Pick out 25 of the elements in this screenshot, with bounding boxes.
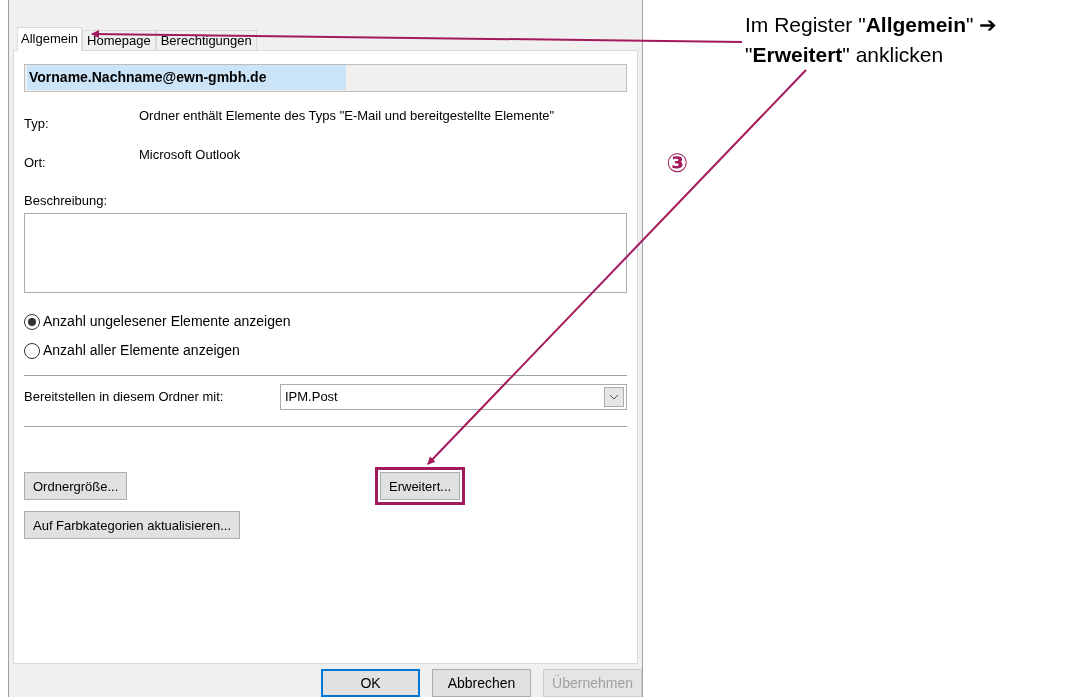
folder-name-field[interactable]: Vorname.Nachname@ewn-gmbh.de	[24, 63, 627, 92]
folder-name-text: Vorname.Nachname@ewn-gmbh.de	[27, 65, 347, 91]
post-form-select[interactable]: IPM.Post	[280, 384, 627, 411]
advanced-button[interactable]: Erweitert...	[380, 472, 461, 501]
instruction-text: "Erweitert" anklicken	[745, 42, 945, 68]
property-label: Ort:	[24, 154, 47, 173]
radio-button[interactable]	[24, 313, 40, 330]
property-value: Microsoft Outlook	[139, 147, 242, 165]
property-value: Ordner enthält Elemente des Typs "E-Mail und bereitgestellte Elemente"	[139, 107, 556, 125]
radio-label: Anzahl aller Elemente anzeigen	[43, 341, 240, 361]
radio-label: Anzahl ungelesener Elemente anzeigen	[43, 312, 291, 332]
post-form-label: Bereitstellen in diesem Ordner mit:	[24, 388, 225, 407]
instruction-text: Im Register "Allgemein" ➔	[745, 12, 998, 38]
property-label: Typ:	[24, 114, 50, 133]
tab[interactable]: Homepage	[82, 29, 156, 50]
description-label: Beschreibung:	[24, 191, 109, 210]
description-field[interactable]	[24, 213, 627, 294]
folder-size-button[interactable]: Ordnergröße...	[24, 472, 128, 501]
tab[interactable]: Allgemein	[17, 26, 83, 51]
chevron-icon	[604, 387, 624, 408]
radio-button[interactable]	[24, 342, 40, 359]
update-categories-button[interactable]: Auf Farbkategorien aktualisieren...	[24, 511, 240, 540]
step-number: ③	[666, 148, 688, 178]
ok-button[interactable]: OK	[321, 669, 420, 697]
cancel-button[interactable]: Abbrechen	[432, 669, 531, 697]
